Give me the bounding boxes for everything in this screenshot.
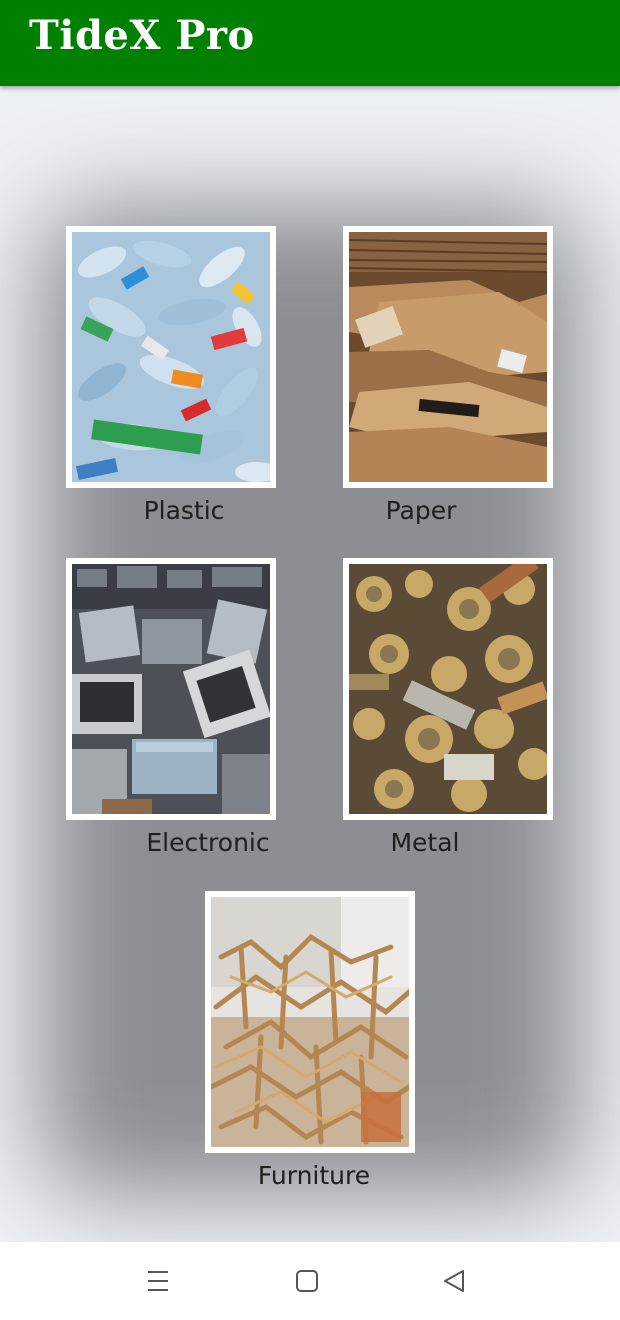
nav-menu-button[interactable] (143, 1266, 173, 1296)
electronic-waste-image (72, 564, 270, 814)
nav-home-button[interactable] (292, 1266, 322, 1296)
plastic-bottles-image (72, 232, 270, 482)
back-triangle-icon (444, 1270, 464, 1292)
menu-icon (148, 1271, 168, 1291)
category-tile-electronic[interactable] (66, 558, 276, 820)
wooden-furniture-image (211, 897, 409, 1147)
nav-back-button[interactable] (439, 1266, 469, 1296)
home-square-icon (296, 1270, 318, 1292)
category-tile-paper[interactable] (343, 226, 553, 488)
category-label-paper[interactable]: Paper (303, 496, 539, 525)
cardboard-paper-image (349, 232, 547, 482)
category-label-metal[interactable]: Metal (307, 828, 543, 857)
app-bar: TideX Pro (0, 0, 620, 86)
category-label-electronic[interactable]: Electronic (90, 828, 326, 857)
category-tile-furniture[interactable] (205, 891, 415, 1153)
metal-scrap-image (349, 564, 547, 814)
category-label-furniture[interactable]: Furniture (196, 1161, 432, 1190)
category-grid: Plastic Paper Electronic Metal Furniture (0, 86, 620, 1242)
category-tile-metal[interactable] (343, 558, 553, 820)
category-label-plastic[interactable]: Plastic (66, 496, 302, 525)
app-title: TideX Pro (29, 12, 255, 59)
system-nav-bar (0, 1242, 620, 1320)
category-tile-plastic[interactable] (66, 226, 276, 488)
